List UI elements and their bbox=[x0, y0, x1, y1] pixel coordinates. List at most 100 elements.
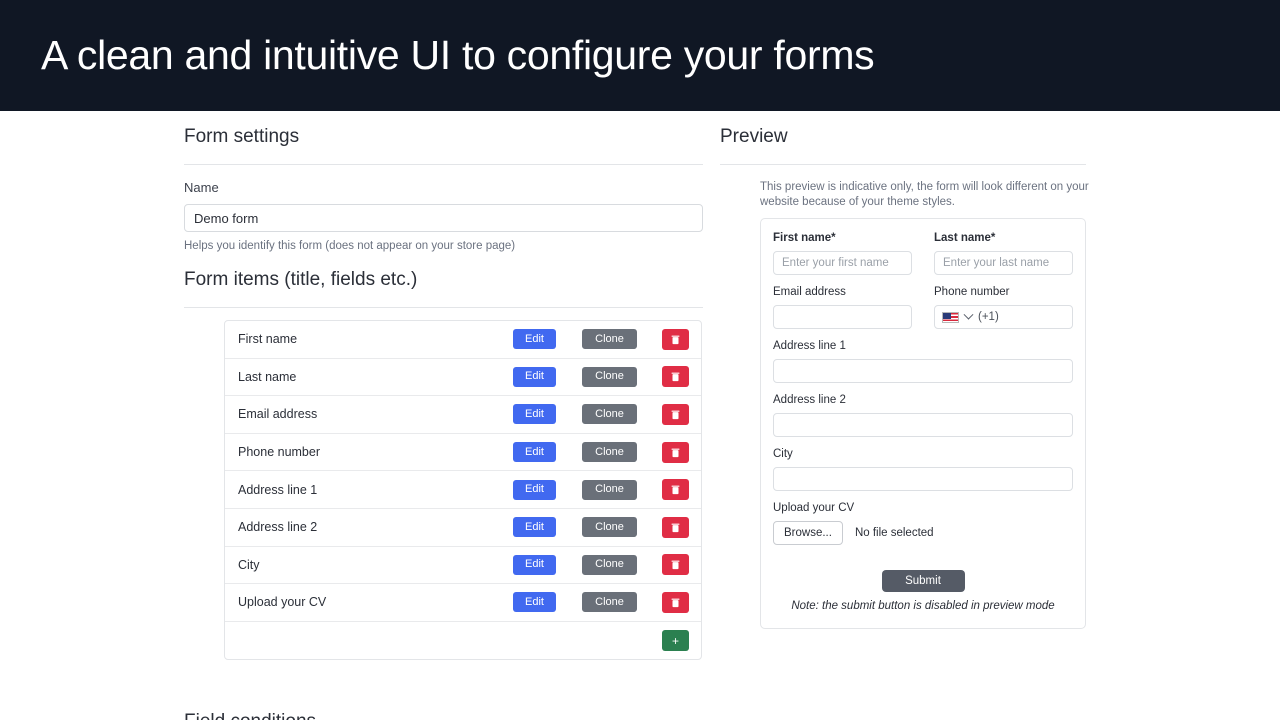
item-label: First name bbox=[238, 332, 298, 347]
edit-button[interactable]: Edit bbox=[513, 442, 556, 463]
name-label: Name bbox=[184, 180, 219, 195]
field-conditions-section: Field conditions bbox=[184, 696, 703, 720]
trash-icon bbox=[671, 448, 680, 457]
add-item-button[interactable]: + bbox=[662, 630, 689, 652]
add-item-row: + bbox=[225, 622, 701, 660]
trash-icon bbox=[671, 372, 680, 382]
page-body: Form settings Name Demo form Helps you i… bbox=[0, 111, 1280, 720]
trash-icon bbox=[671, 485, 680, 495]
edit-button[interactable]: Edit bbox=[513, 554, 556, 575]
city-group: City bbox=[773, 447, 1073, 491]
preview-column: Preview This preview is indicative only,… bbox=[720, 111, 1089, 629]
delete-button[interactable] bbox=[662, 516, 689, 538]
preview-note: This preview is indicative only, the for… bbox=[760, 181, 1089, 208]
email-label: Email address bbox=[773, 286, 846, 298]
no-file-label: No file selected bbox=[854, 527, 934, 539]
table-row[interactable]: Phone number Edit Clone bbox=[225, 434, 701, 472]
address2-group: Address line 2 bbox=[773, 393, 1073, 437]
phone-group: Phone number (+1) bbox=[934, 285, 1073, 329]
hero-banner: A clean and intuitive UI to configure yo… bbox=[0, 0, 1280, 111]
form-settings-heading: Form settings bbox=[184, 126, 300, 147]
address1-group: Address line 1 bbox=[773, 339, 1073, 383]
clone-button[interactable]: Clone bbox=[582, 554, 637, 575]
form-name-input[interactable]: Demo form bbox=[184, 204, 703, 232]
name-help-text: Helps you identify this form (does not a… bbox=[184, 240, 516, 252]
field-conditions-heading: Field conditions bbox=[184, 696, 703, 720]
clone-button[interactable]: Clone bbox=[582, 442, 637, 463]
table-row[interactable]: Email address Edit Clone bbox=[225, 396, 701, 434]
contact-fields-row: Email address Phone number (+1) bbox=[773, 285, 1073, 329]
item-label: Email address bbox=[238, 407, 318, 422]
address1-input[interactable] bbox=[773, 359, 1073, 383]
preview-form-card: First name* Enter your first name Last n… bbox=[760, 218, 1086, 629]
last-name-group: Last name* Enter your last name bbox=[934, 231, 1073, 275]
delete-button[interactable] bbox=[662, 366, 689, 388]
delete-button[interactable] bbox=[662, 403, 689, 425]
divider bbox=[184, 307, 703, 308]
first-name-input[interactable]: Enter your first name bbox=[773, 251, 912, 275]
city-label: City bbox=[773, 448, 793, 460]
clone-button[interactable]: Clone bbox=[582, 517, 637, 538]
preview-heading: Preview bbox=[720, 126, 788, 147]
email-input[interactable] bbox=[773, 305, 912, 329]
edit-button[interactable]: Edit bbox=[513, 592, 556, 613]
name-fields-row: First name* Enter your first name Last n… bbox=[773, 231, 1073, 275]
table-row[interactable]: Last name Edit Clone bbox=[225, 359, 701, 397]
trash-icon bbox=[671, 523, 680, 532]
item-label: Phone number bbox=[238, 445, 321, 460]
page-title: A clean and intuitive UI to configure yo… bbox=[41, 32, 875, 78]
submit-disabled-note: Note: the submit button is disabled in p… bbox=[791, 600, 1055, 612]
form-items-heading: Form items (title, fields etc.) bbox=[184, 269, 418, 290]
first-name-group: First name* Enter your first name bbox=[773, 231, 912, 275]
browse-button[interactable]: Browse... bbox=[773, 521, 843, 545]
city-input[interactable] bbox=[773, 467, 1073, 491]
item-label: Address line 1 bbox=[238, 482, 318, 497]
delete-button[interactable] bbox=[662, 328, 689, 350]
submit-button[interactable]: Submit bbox=[881, 570, 965, 592]
trash-icon bbox=[671, 560, 680, 570]
item-label: City bbox=[238, 557, 260, 572]
divider bbox=[184, 164, 703, 165]
delete-button[interactable] bbox=[662, 554, 689, 576]
item-label: Address line 2 bbox=[238, 520, 318, 535]
edit-button[interactable]: Edit bbox=[513, 517, 556, 538]
table-row[interactable]: Address line 2 Edit Clone bbox=[225, 509, 701, 547]
phone-label: Phone number bbox=[934, 286, 1010, 298]
chevron-down-icon[interactable] bbox=[963, 309, 974, 320]
clone-button[interactable]: Clone bbox=[582, 329, 637, 350]
first-name-label: First name* bbox=[773, 232, 836, 244]
delete-button[interactable] bbox=[662, 479, 689, 501]
table-row[interactable]: First name Edit Clone bbox=[225, 321, 701, 359]
us-flag-icon bbox=[942, 311, 959, 323]
submit-row: Submit bbox=[773, 570, 1073, 592]
clone-button[interactable]: Clone bbox=[582, 404, 637, 425]
edit-button[interactable]: Edit bbox=[513, 404, 556, 425]
last-name-label: Last name* bbox=[934, 232, 996, 244]
upload-group: Upload your CV Browse... No file selecte… bbox=[773, 501, 1073, 545]
table-row[interactable]: City Edit Clone bbox=[225, 547, 701, 585]
edit-button[interactable]: Edit bbox=[513, 479, 556, 500]
phone-input[interactable]: (+1) bbox=[934, 305, 1073, 329]
divider bbox=[720, 164, 1086, 165]
phone-country-code: (+1) bbox=[978, 311, 999, 323]
clone-button[interactable]: Clone bbox=[582, 479, 637, 500]
table-row[interactable]: Upload your CV Edit Clone bbox=[225, 584, 701, 622]
edit-button[interactable]: Edit bbox=[513, 366, 556, 387]
table-row[interactable]: Address line 1 Edit Clone bbox=[225, 471, 701, 509]
upload-label: Upload your CV bbox=[773, 502, 855, 514]
address2-input[interactable] bbox=[773, 413, 1073, 437]
delete-button[interactable] bbox=[662, 591, 689, 613]
item-label: Upload your CV bbox=[238, 595, 327, 610]
clone-button[interactable]: Clone bbox=[582, 366, 637, 387]
form-settings-column: Form settings Name Demo form Helps you i… bbox=[184, 111, 703, 720]
last-name-input[interactable]: Enter your last name bbox=[934, 251, 1073, 275]
file-upload-row: Browse... No file selected bbox=[773, 521, 1073, 545]
edit-button[interactable]: Edit bbox=[513, 329, 556, 350]
trash-icon bbox=[671, 598, 680, 608]
address2-label: Address line 2 bbox=[773, 394, 846, 406]
trash-icon bbox=[671, 410, 680, 420]
item-label: Last name bbox=[238, 369, 297, 384]
clone-button[interactable]: Clone bbox=[582, 592, 637, 613]
delete-button[interactable] bbox=[662, 441, 689, 463]
address1-label: Address line 1 bbox=[773, 340, 846, 352]
